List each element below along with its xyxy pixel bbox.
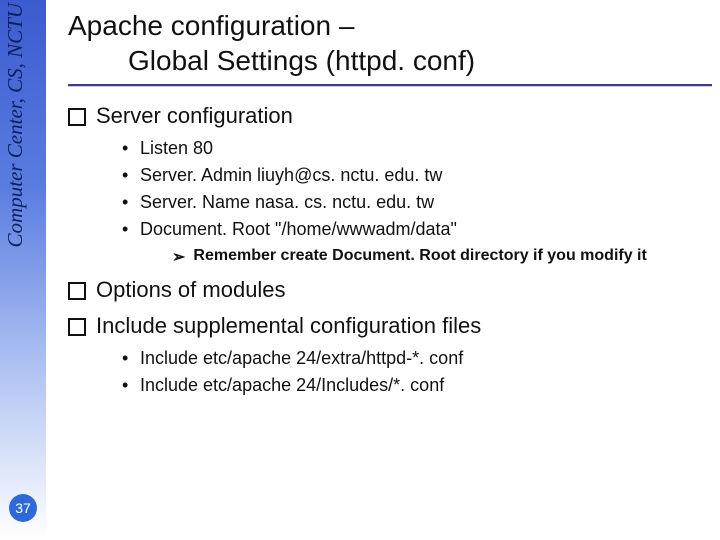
list-item: • Document. Root "/home/wwwadm/data" (122, 216, 712, 243)
server-config-list: • Listen 80 • Server. Admin liuyh@cs. nc… (122, 135, 712, 243)
checkbox-bullet-icon (68, 318, 86, 336)
vertical-institution-text: Computer Center, CS, NCTU (3, 3, 28, 247)
slide-number-badge: 37 (9, 494, 37, 522)
bullet-dot-icon: • (122, 135, 128, 162)
bullet-dot-icon: • (122, 216, 128, 243)
list-item-text: Listen 80 (140, 135, 213, 162)
heading-text: Include supplemental configuration files (96, 313, 481, 339)
heading-options-of-modules: Options of modules (68, 277, 712, 303)
checkbox-bullet-icon (68, 282, 86, 300)
bullet-dot-icon: • (122, 189, 128, 216)
title-line-1: Apache configuration – (68, 8, 712, 43)
heading-include-supplemental: Include supplemental configuration files (68, 313, 712, 339)
heading-text: Server configuration (96, 103, 293, 129)
note-text: Remember create Document. Root directory… (193, 247, 646, 267)
title-underline (68, 84, 712, 87)
bullet-dot-icon: • (122, 162, 128, 189)
note-remember: ➢ Remember create Document. Root directo… (172, 247, 712, 267)
heading-text: Options of modules (96, 277, 286, 303)
sidebar-gradient: Computer Center, CS, NCTU 37 (0, 0, 46, 540)
list-item-text: Include etc/apache 24/extra/httpd-*. con… (140, 345, 463, 372)
list-item: • Include etc/apache 24/Includes/*. conf (122, 372, 712, 399)
arrow-bullet-icon: ➢ (172, 247, 185, 267)
title-line-2: Global Settings (httpd. conf) (68, 43, 712, 78)
list-item: • Listen 80 (122, 135, 712, 162)
bullet-dot-icon: • (122, 345, 128, 372)
checkbox-bullet-icon (68, 108, 86, 126)
bullet-dot-icon: • (122, 372, 128, 399)
slide-number: 37 (15, 500, 31, 516)
include-list: • Include etc/apache 24/extra/httpd-*. c… (122, 345, 712, 399)
slide-title: Apache configuration – Global Settings (… (68, 8, 712, 78)
list-item-text: Document. Root "/home/wwwadm/data" (140, 216, 457, 243)
slide-content: Apache configuration – Global Settings (… (68, 8, 712, 403)
list-item-text: Server. Admin liuyh@cs. nctu. edu. tw (140, 162, 442, 189)
list-item: • Server. Admin liuyh@cs. nctu. edu. tw (122, 162, 712, 189)
list-item: • Server. Name nasa. cs. nctu. edu. tw (122, 189, 712, 216)
list-item-text: Include etc/apache 24/Includes/*. conf (140, 372, 444, 399)
heading-server-configuration: Server configuration (68, 103, 712, 129)
list-item-text: Server. Name nasa. cs. nctu. edu. tw (140, 189, 434, 216)
list-item: • Include etc/apache 24/extra/httpd-*. c… (122, 345, 712, 372)
